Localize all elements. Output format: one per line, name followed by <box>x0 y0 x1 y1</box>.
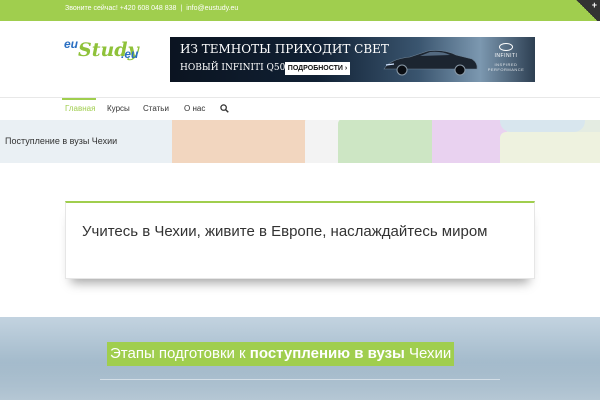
top-contact-bar: Звоните сейчас! +420 608 048 838 | info@eu… <box>0 0 600 21</box>
content-section: Учитесь в Чехии, живите в Европе, наслаж… <box>0 163 600 317</box>
plus-icon: + <box>591 0 597 10</box>
intro-headline: Учитесь в Чехии, живите в Европе, наслаж… <box>82 223 488 240</box>
title-bg-shape <box>500 120 585 132</box>
intro-box: Учитесь в Чехии, живите в Европе, наслаж… <box>65 201 535 279</box>
hero-divider <box>100 379 500 380</box>
banner-details-button[interactable]: ПОДРОБНОСТИ › <box>285 62 350 75</box>
phone-text: Звоните сейчас! +420 608 048 838 <box>65 5 177 12</box>
search-icon[interactable] <box>220 104 229 113</box>
banner-model: НОВЫЙ INFINITI Q50 <box>180 63 286 73</box>
email-link[interactable]: info@eustudy.eu <box>186 5 238 12</box>
page-title-bar: Поступление в вузы Чехии <box>0 120 600 163</box>
steps-heading-bold: поступлению в вузы <box>249 345 405 362</box>
nav-item-about[interactable]: О нас <box>184 104 205 113</box>
sliding-bar-toggle[interactable]: + <box>574 0 600 21</box>
car-image <box>383 50 478 76</box>
logo-eu: eu <box>64 37 79 51</box>
banner-tagline: INSPIRED PERFORMANCE <box>487 62 525 72</box>
title-bg-shape <box>338 120 438 163</box>
nav-item-articles[interactable]: Статьи <box>143 104 169 113</box>
title-bg-shape <box>305 120 340 163</box>
site-header: eu Study .eu ИЗ ТЕМНОТЫ ПРИХОДИТ СВЕТ НО… <box>0 21 600 97</box>
steps-heading: Этапы подготовки к поступлению в вузы Че… <box>107 342 455 366</box>
page-title: Поступление в вузы Чехии <box>5 136 118 146</box>
title-bg-shape <box>500 132 600 163</box>
steps-hero: Этапы подготовки к поступлению в вузы Че… <box>0 317 600 400</box>
logo-domain: .eu <box>121 47 139 61</box>
title-bg-shape <box>172 120 307 163</box>
title-bg-shape <box>432 120 507 163</box>
infiniti-logo-icon <box>499 43 513 51</box>
banner-brand: INFINITI INSPIRED PERFORMANCE <box>485 43 527 72</box>
nav-item-home[interactable]: Главная <box>65 104 95 113</box>
banner-headline: ИЗ ТЕМНОТЫ ПРИХОДИТ СВЕТ <box>180 42 389 56</box>
steps-heading-post: Чехии <box>404 345 452 362</box>
contact-separator: | <box>180 5 183 12</box>
ad-banner[interactable]: ИЗ ТЕМНОТЫ ПРИХОДИТ СВЕТ НОВЫЙ INFINITI … <box>170 37 535 82</box>
contact-info: Звоните сейчас! +420 608 048 838 | info@eu… <box>65 5 238 12</box>
site-logo[interactable]: eu Study .eu <box>64 37 144 65</box>
hero-haze <box>0 362 600 400</box>
nav-item-courses[interactable]: Курсы <box>107 104 130 113</box>
main-nav: Главная Курсы Статьи О нас <box>0 97 600 120</box>
active-nav-indicator <box>62 98 96 100</box>
banner-brand-name: INFINITI <box>494 53 518 59</box>
steps-heading-pre: Этапы подготовки к <box>110 345 250 362</box>
